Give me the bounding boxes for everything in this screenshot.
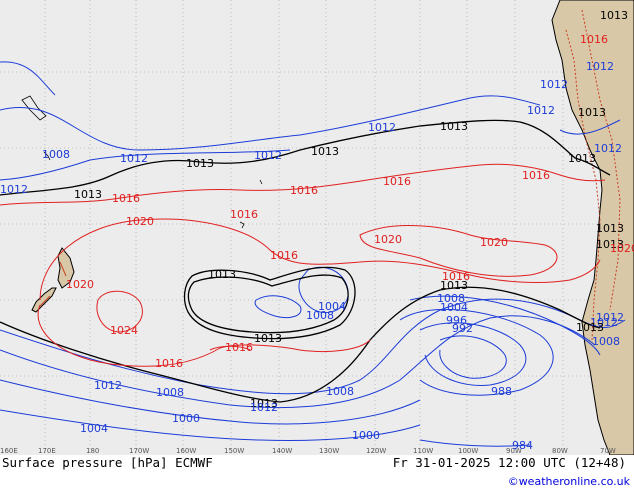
isobar-label: 1016 (522, 169, 550, 182)
isobar-label: 1008 (326, 385, 354, 398)
isobar-label: 1012 (596, 311, 624, 324)
tick-label: 160E (0, 447, 18, 455)
tick-label: 170E (38, 447, 56, 455)
isobar-label: 1012 (586, 60, 614, 73)
tick-label: 80W (552, 447, 568, 455)
tick-label: 150W (224, 447, 244, 455)
isobar-label: 1012 (527, 104, 555, 117)
tick-label: 140W (272, 447, 292, 455)
isobar-label: 1013 (578, 106, 606, 119)
isobar-label: 1013 (568, 152, 596, 165)
footer: Surface pressure [hPa] ECMWF Fr 31-01-20… (0, 455, 634, 490)
source-credit[interactable]: ©weatheronline.co.uk (508, 475, 630, 488)
tick-label: 160W (176, 447, 196, 455)
isobar-label: 1013 (596, 222, 624, 235)
isobar-label: 1016 (270, 249, 298, 262)
isobar-label: 1020 (374, 233, 402, 246)
isobar-label: 1013 (208, 268, 236, 281)
isobar-label: 1012 (94, 379, 122, 392)
isobar-label: 1008 (156, 386, 184, 399)
isobar-label: 1004 (80, 422, 108, 435)
isobar-label: 1012 (368, 121, 396, 134)
isobar-label: 1016 (580, 33, 608, 46)
pressure-map: 160E 170E 180 170W 160W 150W 140W 130W 1… (0, 0, 634, 455)
tick-label: 180 (86, 447, 99, 455)
isobar-label: 984 (512, 439, 533, 452)
isobar-label: 1000 (172, 412, 200, 425)
isobar-label: 1004 (440, 301, 468, 314)
isobar-label: 1013 (186, 157, 214, 170)
isobar-label: 1016 (290, 184, 318, 197)
isobar-label: 1013 (600, 9, 628, 22)
isobar-label: 992 (452, 322, 473, 335)
isobar-label: 1000 (352, 429, 380, 442)
isobar-label: 1020 (480, 236, 508, 249)
isobar-label: 1012 (540, 78, 568, 91)
isobar-label: 1016 (442, 270, 470, 283)
isobar-label: 1013 (254, 332, 282, 345)
isobar-label: 1020 (126, 215, 154, 228)
tick-label: 100W (458, 447, 478, 455)
isobar-label: 1013 (440, 120, 468, 133)
tick-label: 170W (129, 447, 149, 455)
isobar-label: 1012 (250, 401, 278, 414)
isobar-label: 1012 (254, 149, 282, 162)
isobar-label: 1013 (74, 188, 102, 201)
isobar-label: 1016 (230, 208, 258, 221)
valid-time: Fr 31-01-2025 12:00 UTC (12+48) (392, 455, 626, 470)
isobar-label: 1016 (225, 341, 253, 354)
tick-label: 70W (600, 447, 616, 455)
isobar-label: 1020 (610, 242, 634, 255)
tick-label: 110W (413, 447, 433, 455)
isobar-label: 1012 (120, 152, 148, 165)
isobar-label: 1008 (42, 148, 70, 161)
isobar-label: 988 (491, 385, 512, 398)
isobar-label: 1008 (592, 335, 620, 348)
isobar-label: 1004 (318, 300, 346, 313)
isobar-label: 1012 (0, 183, 28, 196)
isobar-label: 1016 (112, 192, 140, 205)
isobar-label: 1024 (110, 324, 138, 337)
isobar-label: 1012 (594, 142, 622, 155)
isobar-label: 1013 (311, 145, 339, 158)
tick-label: 120W (366, 447, 386, 455)
tick-label: 130W (319, 447, 339, 455)
isobar-label: 1020 (66, 278, 94, 291)
isobar-label: 1016 (155, 357, 183, 370)
map-title: Surface pressure [hPa] ECMWF (2, 455, 213, 470)
isobar-label: 1016 (383, 175, 411, 188)
